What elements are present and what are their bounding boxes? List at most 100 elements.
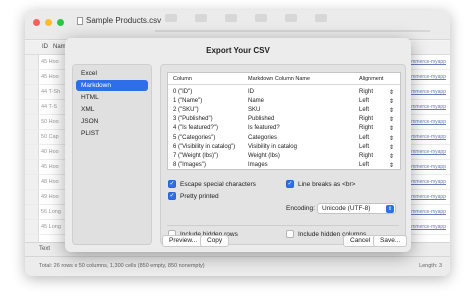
chevron-updown-icon[interactable]: ⇕	[389, 116, 394, 123]
preview-button[interactable]: Preview...	[162, 235, 205, 247]
chevron-updown-icon[interactable]: ⇕	[389, 125, 394, 132]
format-xml[interactable]: XML	[76, 104, 148, 115]
copy-button[interactable]: Copy	[200, 235, 230, 247]
format-json[interactable]: JSON	[76, 116, 148, 127]
format-markdown[interactable]: Markdown	[76, 80, 148, 91]
table-header: Column Markdown Column Name Alignment	[168, 73, 400, 85]
escape-option[interactable]: ✓ Escape special characters	[168, 180, 256, 188]
toolbar-button[interactable]	[285, 14, 297, 22]
chevron-updown-icon[interactable]: ⇕	[389, 107, 394, 114]
status-length: Length: 3	[419, 263, 442, 269]
row-id-cell[interactable]: 40 Hoo	[41, 149, 59, 155]
markdown-name-cell[interactable]: Visibility in catalog	[248, 144, 297, 150]
encoding-label: Encoding:	[286, 205, 315, 212]
markdown-options-panel: Column Markdown Column Name Alignment 0 …	[160, 64, 406, 245]
minimize-window-button[interactable]	[45, 19, 52, 26]
alignment-cell[interactable]: Right	[359, 153, 373, 159]
toolbar-button[interactable]	[225, 14, 237, 22]
title-bar: Sample Products.csv	[25, 10, 450, 40]
alignment-cell[interactable]: Right	[359, 125, 373, 131]
row-id-cell[interactable]: 45 Hoo	[41, 59, 59, 65]
hidden-columns-checkbox[interactable]	[286, 230, 294, 238]
format-plist[interactable]: PLIST	[76, 128, 148, 139]
alignment-cell[interactable]: Right	[359, 89, 373, 95]
column-cell: 2 ("SKU")	[173, 106, 199, 113]
document-icon	[77, 17, 83, 25]
alignment-cell[interactable]: Left	[359, 144, 369, 150]
markdown-name-cell[interactable]: Weight (lbs)	[248, 153, 280, 159]
column-mapping-table[interactable]: Column Markdown Column Name Alignment 0 …	[167, 72, 401, 170]
column-cell: 4 ("Is featured?")	[173, 125, 218, 132]
checkmark-icon: ✓	[287, 181, 293, 187]
row-id-cell[interactable]: 50 Hoo	[41, 119, 59, 125]
encoding-value: Unicode (UTF-8)	[322, 205, 371, 212]
alignment-cell[interactable]: Left	[359, 162, 369, 168]
line-breaks-option[interactable]: ✓ Line breaks as <br>	[286, 180, 355, 188]
escape-label: Escape special characters	[180, 180, 256, 188]
header-column: Column	[173, 76, 192, 82]
chevron-updown-icon[interactable]: ⇕	[389, 135, 394, 142]
column-cell: 1 ("Name")	[173, 97, 203, 104]
markdown-name-cell[interactable]: SKU	[248, 107, 260, 113]
chevron-updown-icon[interactable]: ⇕	[389, 89, 394, 96]
row-id-cell[interactable]: 56 Long	[41, 209, 61, 215]
markdown-name-cell[interactable]: Name	[248, 98, 264, 104]
markdown-name-cell[interactable]: Is featured?	[248, 125, 280, 131]
toolbar-button[interactable]	[195, 14, 207, 22]
row-id-cell[interactable]: 44 T-S	[41, 104, 57, 110]
column-cell: 7 ("Weight (lbs)")	[173, 152, 219, 159]
markdown-name-cell[interactable]: ID	[248, 89, 254, 95]
alignment-cell[interactable]: Left	[359, 107, 369, 113]
close-window-button[interactable]	[33, 19, 40, 26]
escape-checkbox[interactable]: ✓	[168, 180, 176, 188]
alignment-cell[interactable]: Right	[359, 116, 373, 122]
export-dialog: Export Your CSV Excel Markdown HTML XML …	[65, 38, 411, 252]
row-id-cell[interactable]: 45 Hoo	[41, 164, 59, 170]
column-header-name[interactable]: Nam	[53, 44, 66, 50]
row-id-cell[interactable]: 49 Hoo	[41, 194, 59, 200]
alignment-cell[interactable]: Left	[359, 135, 369, 141]
header-alignment: Alignment	[359, 76, 384, 82]
row-id-cell[interactable]: 45 Long	[41, 224, 61, 230]
format-list: Excel Markdown HTML XML JSON PLIST	[72, 64, 152, 245]
chevron-updown-icon: ⇕	[386, 205, 394, 213]
header-markdown-name: Markdown Column Name	[248, 76, 311, 82]
column-header-id[interactable]: ID	[42, 44, 48, 50]
row-id-cell[interactable]: 44 T-Sh	[41, 89, 60, 95]
options-divider	[167, 225, 399, 226]
zoom-window-button[interactable]	[57, 19, 64, 26]
column-cell: 8 ("Images")	[173, 162, 206, 169]
format-excel[interactable]: Excel	[76, 68, 148, 79]
save-button[interactable]: Save...	[373, 235, 408, 247]
column-mapping-row[interactable]: 8 ("Images") Images Left ⇕	[168, 161, 400, 171]
checkmark-icon: ✓	[169, 181, 175, 187]
toolbar-button[interactable]	[315, 14, 327, 22]
markdown-name-cell[interactable]: Images	[248, 162, 268, 168]
line-breaks-checkbox[interactable]: ✓	[286, 180, 294, 188]
toolbar-labels	[155, 30, 430, 32]
column-cell: 3 ("Published")	[173, 116, 213, 123]
row-id-cell[interactable]: 50 Cap	[41, 134, 59, 140]
status-summary: Total: 26 rows x 50 columns, 1,300 cells…	[39, 263, 205, 269]
format-html[interactable]: HTML	[76, 92, 148, 103]
markdown-name-cell[interactable]: Published	[248, 116, 274, 122]
row-id-cell[interactable]: 48 Hoo	[41, 179, 59, 185]
pretty-option[interactable]: ✓ Pretty printed	[168, 192, 219, 200]
pretty-checkbox[interactable]: ✓	[168, 192, 176, 200]
alignment-cell[interactable]: Left	[359, 98, 369, 104]
encoding-select[interactable]: Unicode (UTF-8) ⇕	[317, 203, 396, 214]
toolbar-button[interactable]	[255, 14, 267, 22]
column-cell: 0 ("ID")	[173, 88, 193, 95]
status-bar: Total: 26 rows x 50 columns, 1,300 cells…	[25, 256, 450, 276]
text-tab[interactable]: Text	[39, 246, 50, 252]
toolbar-button[interactable]	[165, 14, 177, 22]
line-breaks-label: Line breaks as <br>	[298, 180, 356, 188]
chevron-updown-icon[interactable]: ⇕	[389, 153, 394, 160]
chevron-updown-icon[interactable]: ⇕	[389, 162, 394, 169]
toolbar	[165, 14, 440, 22]
row-id-cell[interactable]: 45 Hoo	[41, 74, 59, 80]
chevron-updown-icon[interactable]: ⇕	[389, 144, 394, 151]
chevron-updown-icon[interactable]: ⇕	[389, 98, 394, 105]
checkmark-icon: ✓	[169, 193, 175, 199]
markdown-name-cell[interactable]: Categories	[248, 135, 277, 141]
